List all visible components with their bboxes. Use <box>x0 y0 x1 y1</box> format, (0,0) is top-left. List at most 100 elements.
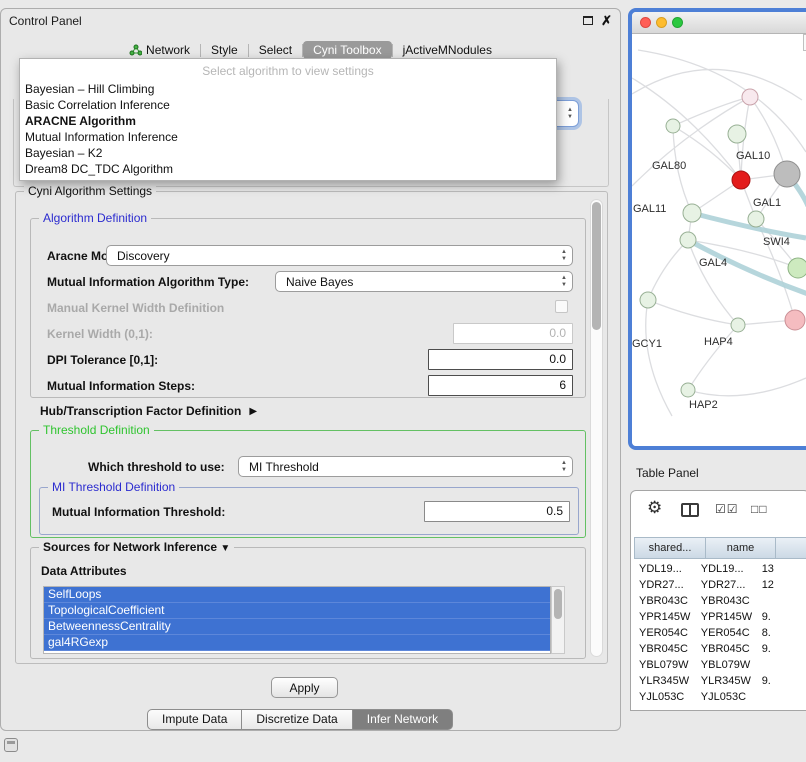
network-node[interactable] <box>774 161 800 187</box>
network-node[interactable] <box>785 310 805 330</box>
bottom-tab-discretize-data[interactable]: Discretize Data <box>242 709 352 730</box>
mi-steps-field[interactable]: 6 <box>428 375 573 396</box>
table-row[interactable]: YBR045CYBR045C9. <box>634 641 806 657</box>
table-cell: YBR043C <box>696 593 757 609</box>
kernel-width-field[interactable]: 0.0 <box>453 323 573 344</box>
settings-group-title: Cyni Algorithm Settings <box>24 184 156 198</box>
algorithm-dropdown-placeholder: Select algorithm to view settings <box>20 59 556 81</box>
column-header-extra[interactable] <box>776 538 806 558</box>
network-node[interactable] <box>731 318 745 332</box>
close-icon[interactable]: ✗ <box>601 14 612 27</box>
algorithm-dropdown-popup: Select algorithm to view settings Bayesi… <box>19 58 557 181</box>
desktop: Control Panel ✗ NetworkStyleSelectCyni T… <box>0 0 806 762</box>
network-node[interactable] <box>748 211 764 227</box>
network-edge <box>638 50 806 152</box>
algorithm-option-basic-correlation-inference[interactable]: Basic Correlation Inference <box>20 97 556 113</box>
aracne-mode-select[interactable]: Discovery ▲▼ <box>106 245 573 266</box>
algorithm-option-dream8-dc-tdc-algorithm[interactable]: Dream8 DC_TDC Algorithm <box>20 161 556 177</box>
column-header-shared[interactable]: shared... <box>635 538 706 558</box>
manual-kernel-width-checkbox[interactable] <box>555 300 568 313</box>
table-cell: YPR145W <box>696 609 757 625</box>
table-row[interactable]: YLR345WYLR345W9. <box>634 673 806 689</box>
algorithm-definition-group: Algorithm Definition Aracne Mode: Discov… <box>30 218 586 398</box>
network-view-window[interactable]: GAL80GAL10GAL11GAL1SWI4GAL4GCY1HAP4HAP2 <box>628 8 806 450</box>
table-row[interactable]: YPR145WYPR145W9. <box>634 609 806 625</box>
tab-jactivemnodules[interactable]: jActiveMNodules <box>393 41 502 59</box>
network-node[interactable] <box>681 383 695 397</box>
network-node[interactable] <box>732 171 750 189</box>
collapse-down-icon: ▼ <box>220 543 230 554</box>
close-traffic-icon[interactable] <box>640 17 651 28</box>
table-row[interactable]: YBL079WYBL079W <box>634 657 806 673</box>
deselect-all-checkboxes-icon[interactable]: □□ <box>751 502 768 516</box>
network-node[interactable] <box>683 204 701 222</box>
network-node[interactable] <box>742 89 758 105</box>
mi-algorithm-type-select[interactable]: Naive Bayes ▲▼ <box>275 271 573 292</box>
column-header-name[interactable]: name <box>706 538 776 558</box>
sources-group: Sources for Network Inference ▼ Data Att… <box>30 547 586 659</box>
select-all-checkboxes-icon[interactable]: ☑☑ <box>715 502 739 516</box>
aracne-mode-value: Discovery <box>117 249 170 263</box>
attribute-item-selfloops[interactable]: SelfLoops <box>44 587 550 603</box>
settings-scrollbar-thumb[interactable] <box>592 202 601 330</box>
settings-scrollbar[interactable] <box>590 199 603 657</box>
hub-definition-toggle[interactable]: Hub/Transcription Factor Definition ▶ <box>40 404 257 418</box>
dropdown-arrows-icon: ▲▼ <box>561 275 567 289</box>
algorithm-option-bayesian-k2[interactable]: Bayesian – K2 <box>20 145 556 161</box>
window-controls: ✗ <box>583 14 612 27</box>
network-node[interactable] <box>640 292 656 308</box>
apply-button[interactable]: Apply <box>271 677 338 698</box>
columns-icon[interactable] <box>681 503 699 517</box>
table-row[interactable]: YER054CYER054C8. <box>634 625 806 641</box>
table-cell <box>757 657 806 673</box>
bottom-tab-infer-network[interactable]: Infer Network <box>353 709 453 730</box>
tab-select[interactable]: Select <box>249 41 302 59</box>
table-row[interactable]: YBR043CYBR043C <box>634 593 806 609</box>
tab-network[interactable]: Network <box>119 41 200 59</box>
network-node[interactable] <box>788 258 806 278</box>
mi-algorithm-type-value: Naive Bayes <box>286 275 353 289</box>
algorithm-option-aracne-algorithm[interactable]: ARACNE Algorithm <box>20 113 556 129</box>
network-node[interactable] <box>728 125 746 143</box>
float-window-icon[interactable] <box>583 16 593 25</box>
minimize-traffic-icon[interactable] <box>656 17 667 28</box>
data-attributes-list: SelfLoopsTopologicalCoefficientBetweenne… <box>43 586 551 654</box>
attribute-item-topologicalcoefficient[interactable]: TopologicalCoefficient <box>44 603 550 619</box>
mi-threshold-field[interactable]: 0.5 <box>424 501 570 522</box>
attributes-scrollbar[interactable] <box>551 586 565 654</box>
algorithm-option-mutual-information-inference[interactable]: Mutual Information Inference <box>20 129 556 145</box>
tab-label: jActiveMNodules <box>403 43 492 57</box>
table-cell: 8. <box>757 625 806 641</box>
table-row[interactable]: YDL19...YDL19...13 <box>634 561 806 577</box>
network-node[interactable] <box>680 232 696 248</box>
table-row[interactable]: YJL053CYJL053C <box>634 689 806 705</box>
which-threshold-select[interactable]: MI Threshold ▲▼ <box>238 456 573 477</box>
network-window-titlebar[interactable] <box>632 12 806 34</box>
mi-threshold-definition-title: MI Threshold Definition <box>48 480 179 494</box>
table-cell: YDR27... <box>634 577 696 593</box>
table-cell: 12 <box>757 577 806 593</box>
attributes-scrollbar-thumb[interactable] <box>554 589 562 619</box>
sources-toggle[interactable]: Sources for Network Inference ▼ <box>39 540 234 554</box>
algorithm-dropdown-list: Bayesian – Hill ClimbingBasic Correlatio… <box>20 81 556 177</box>
collapsed-panel-icon[interactable] <box>4 738 18 752</box>
attribute-item-betweennesscentrality[interactable]: BetweennessCentrality <box>44 619 550 635</box>
bottom-tab-impute-data[interactable]: Impute Data <box>147 709 242 730</box>
table-cell: YDL19... <box>634 561 696 577</box>
tab-style[interactable]: Style <box>201 41 248 59</box>
network-node[interactable] <box>666 119 680 133</box>
algorithm-option-bayesian-hill-climbing[interactable]: Bayesian – Hill Climbing <box>20 81 556 97</box>
zoom-traffic-icon[interactable] <box>672 17 683 28</box>
table-row[interactable]: YDR27...YDR27...12 <box>634 577 806 593</box>
table-cell: YER054C <box>696 625 757 641</box>
table-cell: YER054C <box>634 625 696 641</box>
gear-icon[interactable]: ⚙ <box>647 499 662 516</box>
tab-cyni-toolbox[interactable]: Cyni Toolbox <box>303 41 391 59</box>
attribute-item-gal4rgexp[interactable]: gal4RGexp <box>44 635 550 651</box>
network-canvas[interactable]: GAL80GAL10GAL11GAL1SWI4GAL4GCY1HAP4HAP2 <box>632 34 806 446</box>
control-panel-window: Control Panel ✗ NetworkStyleSelectCyni T… <box>0 8 621 731</box>
dpi-tolerance-field[interactable]: 0.0 <box>428 349 573 370</box>
mi-threshold-definition-group: MI Threshold Definition Mutual Informati… <box>39 487 579 535</box>
network-graph-svg[interactable] <box>632 34 806 446</box>
table-cell: YDR27... <box>696 577 757 593</box>
